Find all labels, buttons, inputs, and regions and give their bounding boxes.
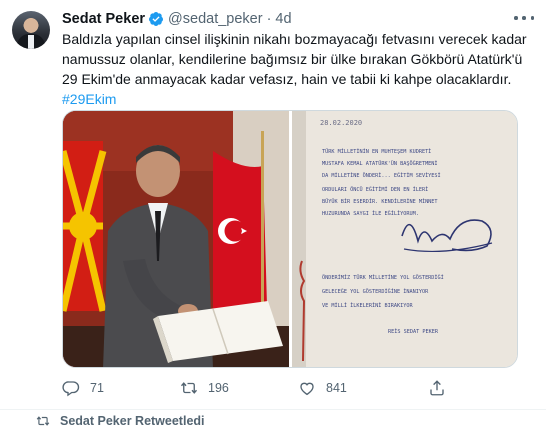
retweet-small-icon <box>36 416 50 426</box>
tweet-text-line: namussuz olanlar, kendilerine bağımsız b… <box>62 51 523 67</box>
note-signature-name: REİS SEDAT PEKER <box>388 328 439 335</box>
author-display-name[interactable]: Sedat Peker <box>62 11 145 27</box>
author-handle[interactable]: @sedat_peker <box>168 11 263 27</box>
photo-handwritten-note-art: 28.02.2020 TÜRK MİLLETİNİN EN MUHTEŞEM K… <box>292 111 517 367</box>
note-line: VE MİLLİ İLKELERİNİ BIRAKIYOR <box>322 302 413 309</box>
note-line: ÖNDERİMİZ TÜRK MİLLETİNE YOL GÖSTERDİĞİ <box>322 274 444 281</box>
photo-man-signing-book[interactable] <box>63 111 289 367</box>
tweet-media[interactable]: 28.02.2020 TÜRK MİLLETİNİN EN MUHTEŞEM K… <box>62 110 518 368</box>
tweet-timestamp[interactable]: 4d <box>275 11 291 27</box>
retweet-icon <box>180 382 198 394</box>
separator-dot: · <box>266 11 272 27</box>
tweet-actions: 71 196 841 <box>62 378 532 400</box>
note-line: GELECEĞE YOL GÖSTERDİĞİNE İNANIYOR <box>322 288 429 295</box>
retweet-button[interactable]: 196 <box>180 378 229 398</box>
retweeted-by-label: Sedat Peker Retweetledi <box>60 414 205 426</box>
tweet-text-line: 29 Ekim'de anmayacak kadar vefasız, hain… <box>62 71 512 87</box>
note-line: ORDULARI ÖNCÜ EĞİTİMİ DEN EN İLERİ <box>322 186 428 193</box>
tweet-text: Baldızla yapılan cinsel ilişkinin nikahı… <box>62 29 536 109</box>
reply-button[interactable]: 71 <box>62 378 104 398</box>
heart-icon <box>300 382 314 396</box>
avatar-shirt <box>28 35 34 49</box>
photo-man-signing-book-art <box>63 111 289 367</box>
note-date: 28.02.2020 <box>320 119 362 127</box>
hashtag-link[interactable]: #29Ekim <box>62 91 116 107</box>
like-button[interactable]: 841 <box>298 378 347 398</box>
tweet-text-line: Baldızla yapılan cinsel ilişkinin nikahı… <box>62 31 527 47</box>
share-button[interactable] <box>428 378 456 398</box>
reply-count: 71 <box>90 381 104 395</box>
note-line: MUSTAFA KEMAL ATATÜRK'ÜN BAŞÖĞRETMENİ <box>322 160 438 167</box>
reply-icon <box>62 381 80 397</box>
retweeted-by-row[interactable]: Sedat Peker Retweetledi <box>36 414 205 426</box>
tweet-header: Sedat Peker @sedat_peker · 4d <box>62 9 292 29</box>
note-line: DA MİLLETİNE ÖNDERİ... EĞİTİM SEVİYESİ <box>322 172 441 179</box>
avatar[interactable] <box>12 11 50 49</box>
note-line: TÜRK MİLLETİNİN EN MUHTEŞEM KUDRETİ <box>322 148 431 155</box>
retweet-count: 196 <box>208 381 229 395</box>
note-line: BÜYÜK BİR ESERDİR. KENDİLERİNE MİNNET <box>322 198 438 205</box>
tweet-divider <box>0 409 546 410</box>
share-icon <box>430 380 444 396</box>
tweet-card[interactable]: Sedat Peker @sedat_peker · 4d Baldızla y… <box>0 0 546 410</box>
more-options-icon[interactable] <box>514 10 534 26</box>
note-line: HUZURUNDA SAYGI İLE EĞİLİYORUM. <box>322 210 419 217</box>
verified-badge-icon <box>148 11 164 27</box>
photo-handwritten-note[interactable]: 28.02.2020 TÜRK MİLLETİNİN EN MUHTEŞEM K… <box>292 111 517 367</box>
like-count: 841 <box>326 381 347 395</box>
